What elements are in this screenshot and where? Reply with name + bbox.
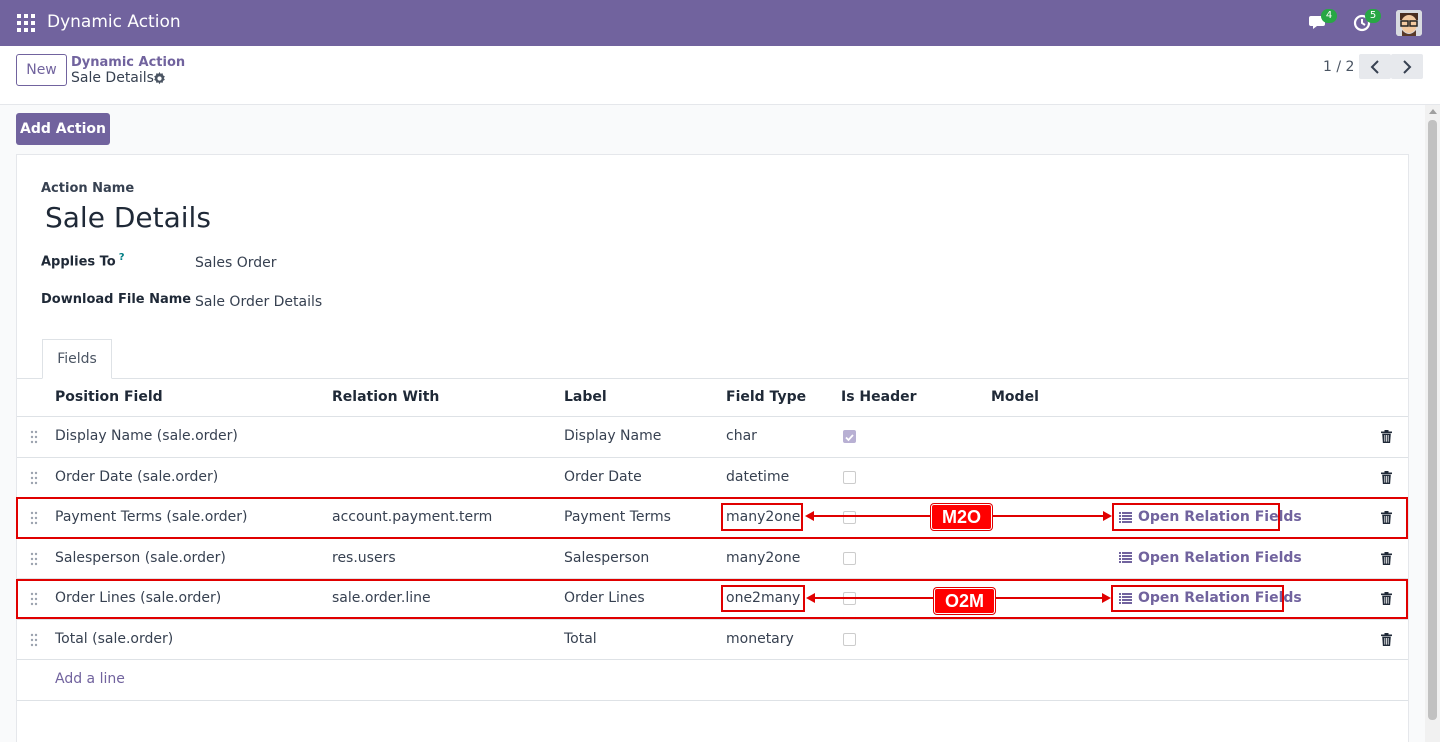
annotation-label-m2o: M2O [931,504,992,530]
annotation-label-o2m: O2M [934,588,995,614]
tab-fields[interactable]: Fields [42,339,112,379]
annotation-arrows [805,511,1112,603]
